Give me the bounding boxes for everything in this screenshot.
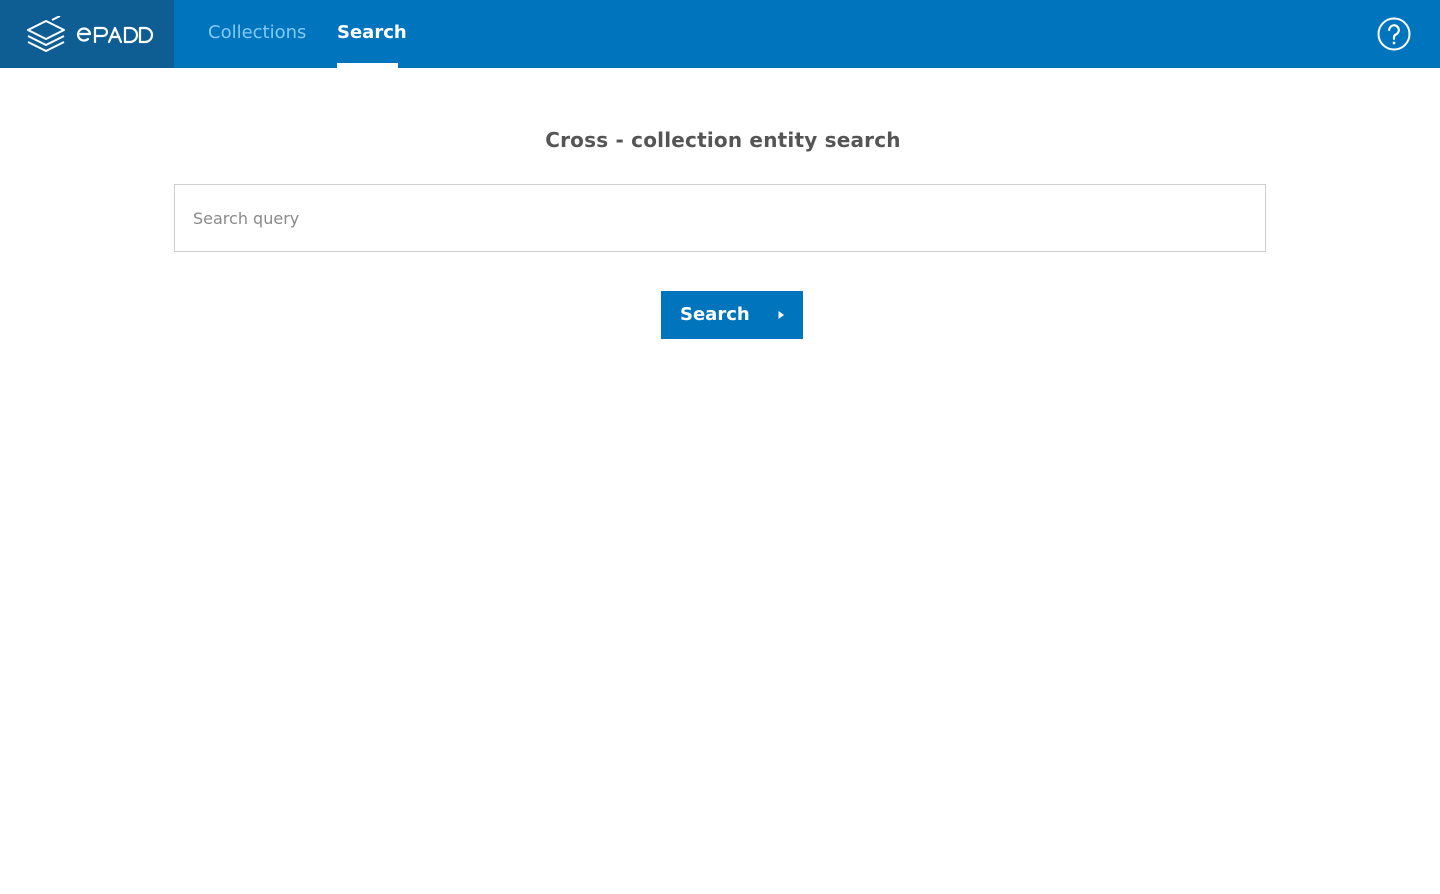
stacked-layers-icon	[27, 16, 65, 52]
epadd-wordmark	[76, 26, 154, 44]
top-navigation-bar: Collections Search	[0, 0, 1440, 68]
search-button-label: Search	[680, 304, 750, 325]
question-circle-icon[interactable]	[1376, 16, 1412, 52]
tab-collections[interactable]: Collections	[208, 0, 306, 68]
active-tab-indicator	[337, 63, 398, 68]
search-button[interactable]: Search	[661, 291, 803, 339]
search-input[interactable]	[174, 184, 1266, 252]
caret-right-icon	[778, 311, 784, 319]
page-title: Cross - collection entity search	[545, 128, 901, 152]
tab-search[interactable]: Search	[337, 0, 407, 68]
epadd-logo[interactable]	[0, 0, 174, 68]
